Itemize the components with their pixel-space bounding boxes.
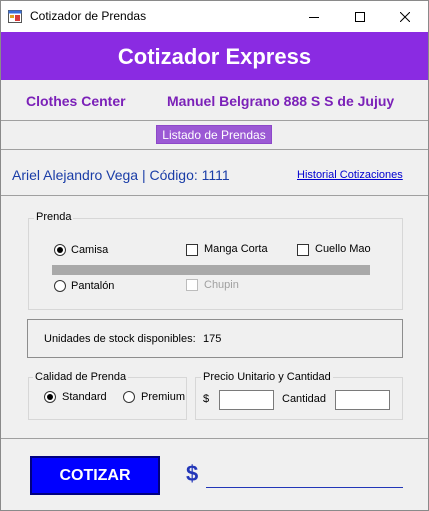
cotizar-button[interactable]: COTIZAR [30,456,160,495]
unit-price-input[interactable] [219,390,274,410]
calidad-legend: Calidad de Prenda [33,371,129,383]
divider [1,120,428,121]
separator-bar [52,265,370,275]
quantity-input[interactable] [335,390,390,410]
divider [1,195,428,196]
stock-label: Unidades de stock disponibles: [44,333,196,345]
app-window: Cotizador de Prendas Cotizador Express C… [0,0,429,511]
close-icon [400,11,410,22]
total-currency: $ [186,461,199,486]
app-form-icon [8,10,22,23]
chupin-checkbox [186,279,198,291]
price-currency-label: $ [203,393,210,405]
premium-radio[interactable] [123,391,135,403]
quantity-label: Cantidad [282,393,327,405]
prenda-group [28,218,403,310]
stock-value: 175 [203,333,222,345]
cuello-mao-label: Cuello Mao [315,243,371,255]
minimize-button[interactable] [291,1,337,32]
store-address: Manuel Belgrano 888 S S de Jujuy [167,93,395,109]
store-name: Clothes Center [26,93,126,109]
divider [1,438,428,439]
history-link[interactable]: Historial Cotizaciones [297,169,403,181]
user-info: Ariel Alejandro Vega | Código: 1111 [12,167,230,183]
manga-corta-checkbox[interactable] [186,244,198,256]
divider [1,149,428,150]
standard-radio[interactable] [44,391,56,403]
close-button[interactable] [382,1,428,32]
header-banner: Cotizador Express [1,32,428,80]
camisa-label: Camisa [71,244,109,256]
standard-label: Standard [62,391,107,403]
window-title: Cotizador de Prendas [30,9,147,23]
camisa-radio[interactable] [54,244,66,256]
cuello-mao-checkbox[interactable] [297,244,309,256]
pantalon-label: Pantalón [71,280,115,292]
manga-corta-label: Manga Corta [204,243,268,255]
title-bar: Cotizador de Prendas [1,1,428,32]
maximize-icon [355,11,365,22]
precio-legend: Precio Unitario y Cantidad [201,371,333,383]
total-underline [206,487,403,488]
stock-panel: Unidades de stock disponibles: 175 [27,319,403,358]
premium-label: Premium [141,391,186,403]
prenda-legend: Prenda [34,211,74,223]
pantalon-radio[interactable] [54,280,66,292]
list-garments-button[interactable]: Listado de Prendas [156,125,272,144]
chupin-label: Chupin [204,279,239,291]
maximize-button[interactable] [337,1,383,32]
banner-title: Cotizador Express [117,44,312,69]
minimize-icon [309,16,319,18]
